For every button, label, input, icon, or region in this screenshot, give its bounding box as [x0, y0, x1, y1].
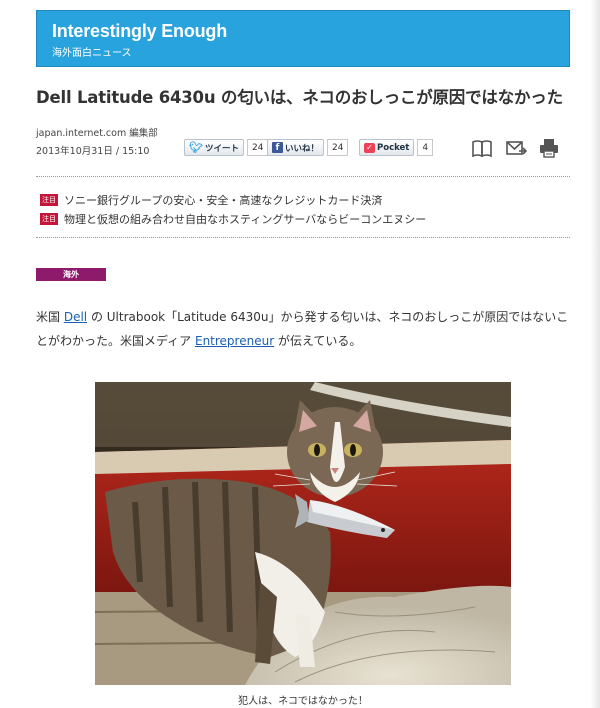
- body-text-1: 米国: [36, 310, 64, 324]
- banner-title: Interestingly Enough: [52, 21, 228, 41]
- ad-link-1[interactable]: 注目 ソニー銀行グループの安心・安全・高速なクレジットカード決済: [40, 192, 382, 208]
- tweet-share[interactable]: 🐦︎ ツイート 24: [184, 139, 269, 156]
- article-body: 米国 Dell の Ultrabook「Latitude 6430u」から発する…: [36, 305, 572, 353]
- like-share[interactable]: f いいね！ 24: [267, 139, 349, 156]
- page-edge-shadow: [590, 0, 600, 708]
- pocket-label: Pocket: [377, 142, 410, 153]
- mail-icon[interactable]: [505, 137, 527, 159]
- photo-caption: 犯人は、ネコではなかった！: [238, 696, 368, 707]
- like-button[interactable]: f いいね！: [267, 139, 325, 156]
- ad-tag-badge: 注目: [40, 194, 58, 206]
- ad-text-2[interactable]: 物理と仮想の組み合わせ自由なホスティングサーバならビーコンエヌシー: [64, 211, 426, 227]
- like-count: 24: [327, 139, 349, 156]
- cat-photo: [95, 382, 511, 685]
- dell-link[interactable]: Dell: [64, 310, 87, 324]
- divider-top: [36, 176, 570, 177]
- book-icon[interactable]: [471, 137, 493, 159]
- ad-link-2[interactable]: 注目 物理と仮想の組み合わせ自由なホスティングサーバならビーコンエヌシー: [40, 211, 426, 227]
- tweet-label: ツイート: [204, 143, 239, 154]
- article-source: japan.internet.com 編集部: [36, 128, 158, 139]
- divider-bottom: [36, 237, 570, 238]
- pocket-icon: ✓: [364, 142, 375, 153]
- category-badge[interactable]: 海外: [36, 268, 106, 281]
- article-date: 2013年10月31日 / 15:10: [36, 146, 150, 157]
- like-label: いいね！: [285, 143, 320, 154]
- ad-tag-badge: 注目: [40, 213, 58, 225]
- article-headline: Dell Latitude 6430u の匂いは、ネコのおしっこが原因ではなかっ…: [36, 88, 563, 107]
- print-icon[interactable]: [538, 137, 560, 159]
- banner-subtitle: 海外面白ニュース: [52, 48, 132, 59]
- body-text-3: が伝えている。: [274, 334, 362, 348]
- facebook-icon: f: [272, 142, 283, 153]
- twitter-bird-icon: 🐦︎: [189, 141, 203, 154]
- tweet-button[interactable]: 🐦︎ ツイート: [184, 139, 244, 156]
- site-banner[interactable]: Interestingly Enough 海外面白ニュース: [36, 10, 570, 67]
- entrepreneur-link[interactable]: Entrepreneur: [195, 334, 274, 348]
- pocket-button[interactable]: ✓ Pocket: [359, 139, 415, 156]
- pocket-share[interactable]: ✓ Pocket 4: [359, 139, 434, 156]
- ad-text-1[interactable]: ソニー銀行グループの安心・安全・高速なクレジットカード決済: [64, 192, 382, 208]
- tweet-count: 24: [246, 139, 269, 156]
- pocket-count: 4: [417, 139, 434, 156]
